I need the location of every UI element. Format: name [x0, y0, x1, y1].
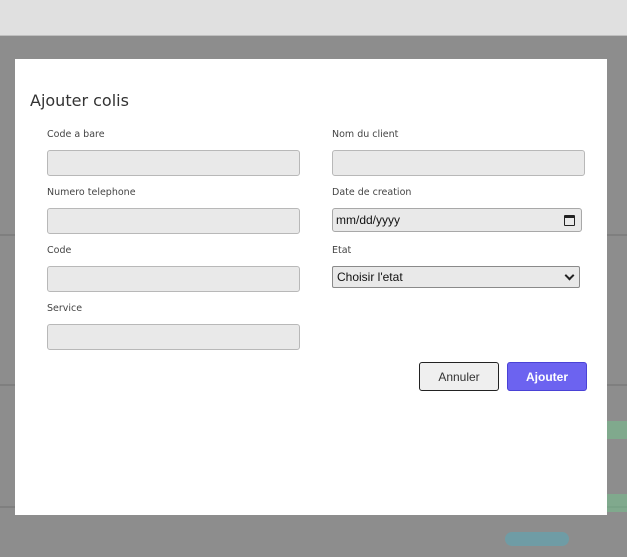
phone-input[interactable]	[47, 208, 300, 234]
creation-date-input[interactable]: mm/dd/yyyy	[332, 208, 582, 232]
client-name-input[interactable]	[332, 150, 585, 176]
phone-label: Numero telephone	[47, 187, 136, 198]
date-placeholder: mm/dd/yyyy	[336, 213, 401, 227]
service-input[interactable]	[47, 324, 300, 350]
barcode-label: Code a bare	[47, 129, 105, 140]
service-label: Service	[47, 303, 83, 314]
code-input[interactable]	[47, 266, 300, 292]
cancel-button[interactable]: Annuler	[419, 362, 499, 391]
state-select[interactable]: Choisir l'etat	[332, 266, 580, 288]
calendar-icon[interactable]	[564, 214, 575, 226]
chevron-down-icon	[564, 270, 575, 280]
add-button[interactable]: Ajouter	[507, 362, 587, 391]
state-selected-value: Choisir l'etat	[337, 270, 403, 284]
client-name-label: Nom du client	[332, 129, 399, 140]
add-parcel-modal: Ajouter colis Code a bare Numero telepho…	[15, 59, 607, 515]
state-label: Etat	[332, 245, 352, 256]
barcode-input[interactable]	[47, 150, 300, 176]
creation-date-label: Date de creation	[332, 187, 412, 198]
modal-title: Ajouter colis	[30, 91, 129, 110]
code-label: Code	[47, 245, 72, 256]
